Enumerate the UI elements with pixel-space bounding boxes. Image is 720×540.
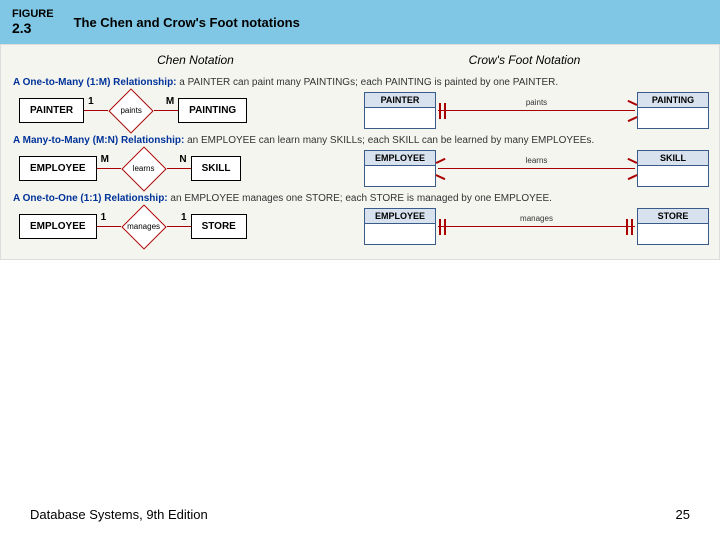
entity-box: SKILL [637,150,709,187]
chen-diagram: EMPLOYEEMlearnsNSKILL [11,156,364,181]
figure-header: FIGURE 2.3 The Chen and Crow's Foot nota… [0,0,720,44]
relationship-diamond: manages [121,215,167,239]
entity-box: EMPLOYEE [19,214,97,239]
cardinality: 1 [88,96,94,107]
figure-title: The Chen and Crow's Foot notations [74,15,300,30]
entity-box: PAINTER [364,92,436,129]
entity-box: PAINTING [637,92,709,129]
relationship-diamond: learns [121,157,167,181]
crowsfoot-diagram: PAINTERpaintsPAINTING [364,92,709,129]
relation-line: manages [438,226,635,228]
relation-line: M [97,168,121,170]
entity-box: EMPLOYEE [364,150,436,187]
relationship-description: A Many-to-Many (M:N) Relationship: an EM… [11,131,709,150]
relation-verb: learns [526,156,548,165]
figure-label: FIGURE [12,8,54,20]
relationship-description: A One-to-One (1:1) Relationship: an EMPL… [11,189,709,208]
cardinality: N [179,154,186,165]
crowsfoot-symbol [623,101,637,121]
relationship-row: EMPLOYEE1manages1STOREEMPLOYEEmanagesSTO… [11,208,709,245]
relationship-description: A One-to-Many (1:M) Relationship: a PAIN… [11,73,709,92]
crowsfoot-symbol [623,159,637,179]
diagram-panel: Chen Notation Crow's Foot Notation A One… [0,44,720,260]
chen-diagram: PAINTER1paintsMPAINTING [11,98,364,123]
column-headers: Chen Notation Crow's Foot Notation [11,53,709,73]
crowsfoot-diagram: EMPLOYEElearnsSKILL [364,150,709,187]
relationship-diamond: paints [108,99,154,123]
footer-text: Database Systems, 9th Edition [30,507,208,522]
relation-line: N [167,168,191,170]
relation-line: paints [438,110,635,112]
relation-verb: paints [526,98,547,107]
crowsfoot-symbol [436,159,450,179]
cardinality: M [166,96,174,107]
crowsfoot-symbol [436,217,450,237]
relation-line: 1 [84,110,108,112]
cardinality: M [101,154,109,165]
entity-box: EMPLOYEE [364,208,436,245]
entity-box: SKILL [191,156,242,181]
crowsfoot-symbol [436,101,450,121]
relation-verb: manages [520,214,553,223]
figure-label-block: FIGURE 2.3 [12,8,54,36]
relation-line: M [154,110,178,112]
entity-box: STORE [191,214,247,239]
relation-line: learns [438,168,635,170]
entity-box: STORE [637,208,709,245]
entity-box: EMPLOYEE [19,156,97,181]
entity-box: PAINTER [19,98,84,123]
crow-column-header: Crow's Foot Notation [360,53,689,67]
relationship-row: PAINTER1paintsMPAINTINGPAINTERpaintsPAIN… [11,92,709,129]
slide-footer: Database Systems, 9th Edition 25 [30,507,690,522]
crowsfoot-symbol [623,217,637,237]
chen-column-header: Chen Notation [31,53,360,67]
cardinality: 1 [101,212,107,223]
entity-box: PAINTING [178,98,247,123]
relation-line: 1 [97,226,121,228]
crowsfoot-diagram: EMPLOYEEmanagesSTORE [364,208,709,245]
cardinality: 1 [181,212,187,223]
relation-line: 1 [167,226,191,228]
page-number: 25 [676,507,690,522]
relationship-row: EMPLOYEEMlearnsNSKILLEMPLOYEElearnsSKILL [11,150,709,187]
chen-diagram: EMPLOYEE1manages1STORE [11,214,364,239]
figure-number: 2.3 [12,20,54,36]
